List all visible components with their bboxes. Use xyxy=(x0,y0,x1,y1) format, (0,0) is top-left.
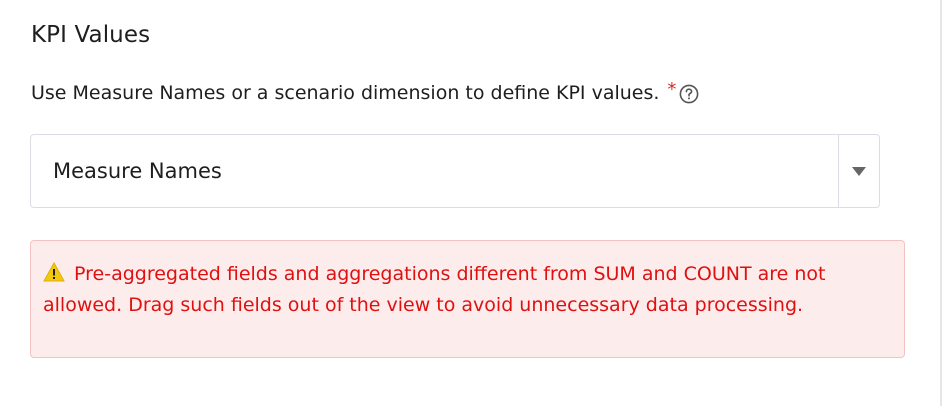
select-selected-value: Measure Names xyxy=(53,159,222,183)
warning-message: Pre-aggregated fields and aggregations d… xyxy=(43,263,826,316)
question-circle-icon[interactable] xyxy=(679,84,699,104)
kpi-values-label: Use Measure Names or a scenario dimensio… xyxy=(31,82,660,104)
warning-triangle-icon xyxy=(43,262,65,282)
dropdown-toggle[interactable] xyxy=(838,135,879,207)
kpi-values-label-row: Use Measure Names or a scenario dimensio… xyxy=(31,79,699,104)
required-asterisk: * xyxy=(667,79,677,100)
warning-alert: Pre-aggregated fields and aggregations d… xyxy=(30,240,905,358)
section-title: KPI Values xyxy=(31,22,151,48)
caret-down-icon xyxy=(852,166,866,176)
kpi-values-select[interactable]: Measure Names xyxy=(30,134,880,208)
warning-text: Pre-aggregated fields and aggregations d… xyxy=(43,259,892,321)
